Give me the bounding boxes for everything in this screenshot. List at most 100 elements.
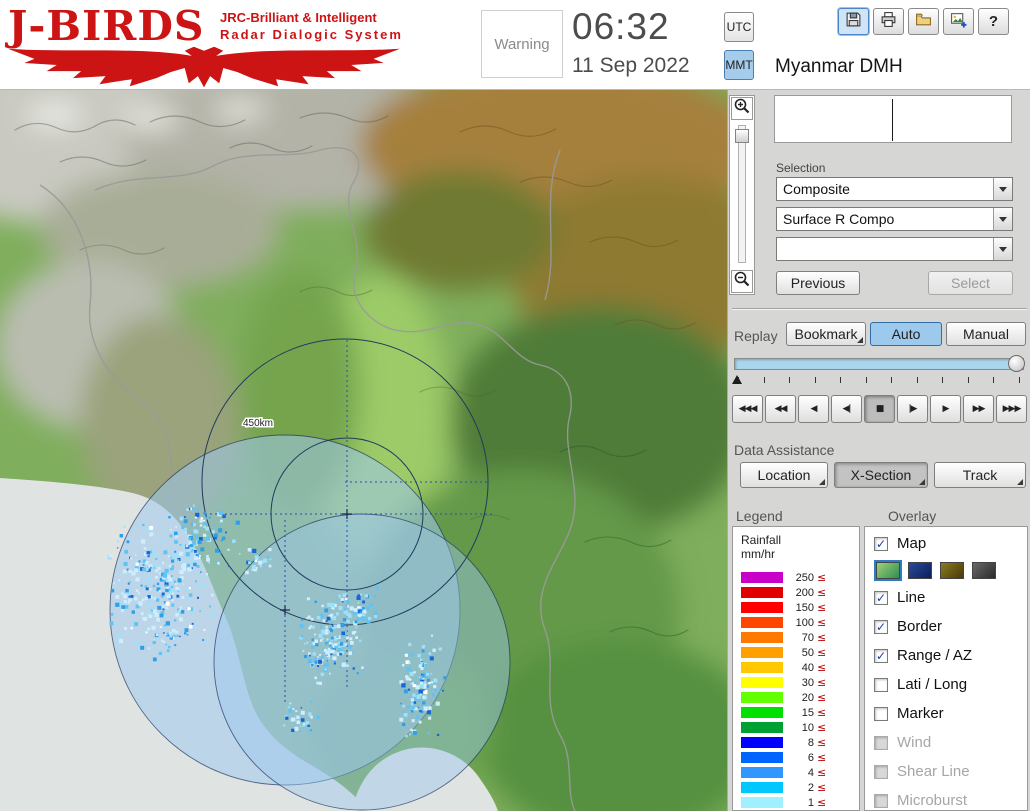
- legend-row: 30 ≤: [741, 675, 859, 690]
- previous-button[interactable]: Previous: [776, 271, 860, 295]
- legend-value: 6: [807, 751, 814, 764]
- time-slider-thumb[interactable]: [1008, 355, 1025, 372]
- help-button[interactable]: ?: [978, 8, 1009, 35]
- chevron-down-icon: [999, 186, 1007, 192]
- checkbox-lati-long[interactable]: [874, 677, 888, 692]
- overlay-item-marker[interactable]: Marker: [865, 699, 1027, 728]
- map-style-olive[interactable]: [940, 562, 964, 579]
- legend-row: 200 ≤: [741, 585, 859, 600]
- open-button[interactable]: [908, 8, 939, 35]
- checkbox-line[interactable]: ✓: [874, 590, 888, 605]
- legend-color-swatch: [741, 647, 783, 658]
- legend-row: 8 ≤: [741, 735, 859, 750]
- extra-value: [777, 238, 993, 260]
- map-style-green[interactable]: [876, 562, 900, 579]
- overlay-label: Overlay: [888, 508, 937, 524]
- product-combobox[interactable]: Composite: [776, 177, 1013, 201]
- playback-step-forward[interactable]: |▶: [897, 395, 928, 423]
- legend-value: 8: [807, 736, 814, 749]
- station-title: Myanmar DMH: [775, 56, 903, 77]
- product-dropdown-button[interactable]: [993, 178, 1012, 200]
- overlay-item-map[interactable]: ✓ Map: [865, 529, 1027, 558]
- legend-color-swatch: [741, 707, 783, 718]
- legend-color-swatch: [741, 797, 783, 808]
- da-track-button[interactable]: Track: [934, 462, 1026, 488]
- playback-forward-full[interactable]: ▶▶▶: [996, 395, 1027, 423]
- playback-step-back[interactable]: ◀|: [831, 395, 862, 423]
- product-value: Composite: [783, 181, 850, 197]
- type-combobox[interactable]: Surface R Compo: [776, 207, 1013, 231]
- save-button[interactable]: [838, 8, 869, 35]
- legend-le-symbol: ≤: [817, 706, 827, 719]
- command-input[interactable]: [774, 95, 1012, 143]
- playback-reverse-play[interactable]: ◀: [798, 395, 829, 423]
- overlay-item-border[interactable]: ✓ Border: [865, 612, 1027, 641]
- checkbox-border[interactable]: ✓: [874, 619, 888, 634]
- checkbox-map[interactable]: ✓: [874, 536, 888, 551]
- time-slider-track[interactable]: [734, 355, 1025, 372]
- extra-dropdown-button[interactable]: [993, 238, 1012, 260]
- timezone-mmt-button[interactable]: MMT: [724, 50, 754, 80]
- zoom-slider-track[interactable]: [738, 125, 746, 263]
- legend-le-symbol: ≤: [817, 571, 827, 584]
- playback-rewind-full[interactable]: ◀◀◀: [732, 395, 763, 423]
- legend-color-swatch: [741, 782, 783, 793]
- print-button[interactable]: [873, 8, 904, 35]
- overlay-item-microburst: Microburst: [865, 786, 1027, 810]
- legend-color-swatch: [741, 587, 783, 598]
- replay-label: Replay: [734, 328, 778, 344]
- playback-controls: ◀◀◀ ◀◀ ◀ ◀| ■ |▶ ▶ ▶▶ ▶▶▶: [732, 395, 1027, 423]
- legend-row: 1 ≤: [741, 795, 859, 810]
- zoom-out-button[interactable]: [731, 270, 753, 293]
- zoom-control: [729, 95, 755, 295]
- playback-stop[interactable]: ■: [864, 395, 895, 423]
- jbirds-app: J-BIRDS JRC-Brilliant & Intelligent Rada…: [0, 0, 1030, 811]
- playback-rewind[interactable]: ◀◀: [765, 395, 796, 423]
- legend-value: 200: [795, 586, 814, 599]
- zoom-slider-thumb[interactable]: [735, 129, 749, 143]
- map-style-navy[interactable]: [908, 562, 932, 579]
- bookmark-button[interactable]: Bookmark: [786, 322, 866, 346]
- type-dropdown-button[interactable]: [993, 208, 1012, 230]
- print-icon: [880, 11, 897, 32]
- map-style-dark-gray[interactable]: [972, 562, 996, 579]
- warning-status[interactable]: Warning: [481, 10, 563, 78]
- radar-map-viewport[interactable]: 450km: [0, 35, 790, 811]
- chevron-down-icon: [999, 216, 1007, 222]
- da-x-section-button[interactable]: X-Section: [834, 462, 928, 488]
- playback-fast-forward[interactable]: ▶▶: [963, 395, 994, 423]
- legend-le-symbol: ≤: [817, 631, 827, 644]
- overlay-item-range-az[interactable]: ✓ Range / AZ: [865, 641, 1027, 670]
- capture-button[interactable]: [943, 8, 974, 35]
- zoom-in-button[interactable]: [731, 97, 753, 120]
- legend-le-symbol: ≤: [817, 586, 827, 599]
- playback-play[interactable]: ▶: [930, 395, 961, 423]
- legend-color-swatch: [741, 752, 783, 763]
- legend-value: 150: [795, 601, 814, 614]
- checkbox-marker[interactable]: [874, 706, 888, 721]
- select-button[interactable]: Select: [928, 271, 1013, 295]
- legend-unit: mm/hr: [741, 547, 775, 561]
- legend-color-swatch: [741, 632, 783, 643]
- legend-value: 30: [801, 676, 814, 689]
- checkbox-wind: [874, 735, 888, 750]
- timezone-utc-button[interactable]: UTC: [724, 12, 754, 42]
- auto-mode-button[interactable]: Auto: [870, 322, 942, 346]
- save-icon: [845, 11, 862, 32]
- selection-label: Selection: [776, 161, 826, 175]
- da-location-button[interactable]: Location: [740, 462, 828, 488]
- map-style-row: [865, 558, 1027, 583]
- legend-value: 15: [801, 706, 814, 719]
- legend-value: 70: [801, 631, 814, 644]
- warning-label: Warning: [494, 35, 550, 53]
- legend-row: 50 ≤: [741, 645, 859, 660]
- manual-mode-button[interactable]: Manual: [946, 322, 1026, 346]
- extra-combobox[interactable]: [776, 237, 1013, 261]
- overlay-item-line[interactable]: ✓ Line: [865, 583, 1027, 612]
- checkbox-range-az[interactable]: ✓: [874, 648, 888, 663]
- overlay-item-label: Marker: [897, 705, 944, 722]
- legend-color-swatch: [741, 722, 783, 733]
- overlay-item-lati-long[interactable]: Lati / Long: [865, 670, 1027, 699]
- legend-le-symbol: ≤: [817, 616, 827, 629]
- legend-value: 1: [807, 796, 814, 809]
